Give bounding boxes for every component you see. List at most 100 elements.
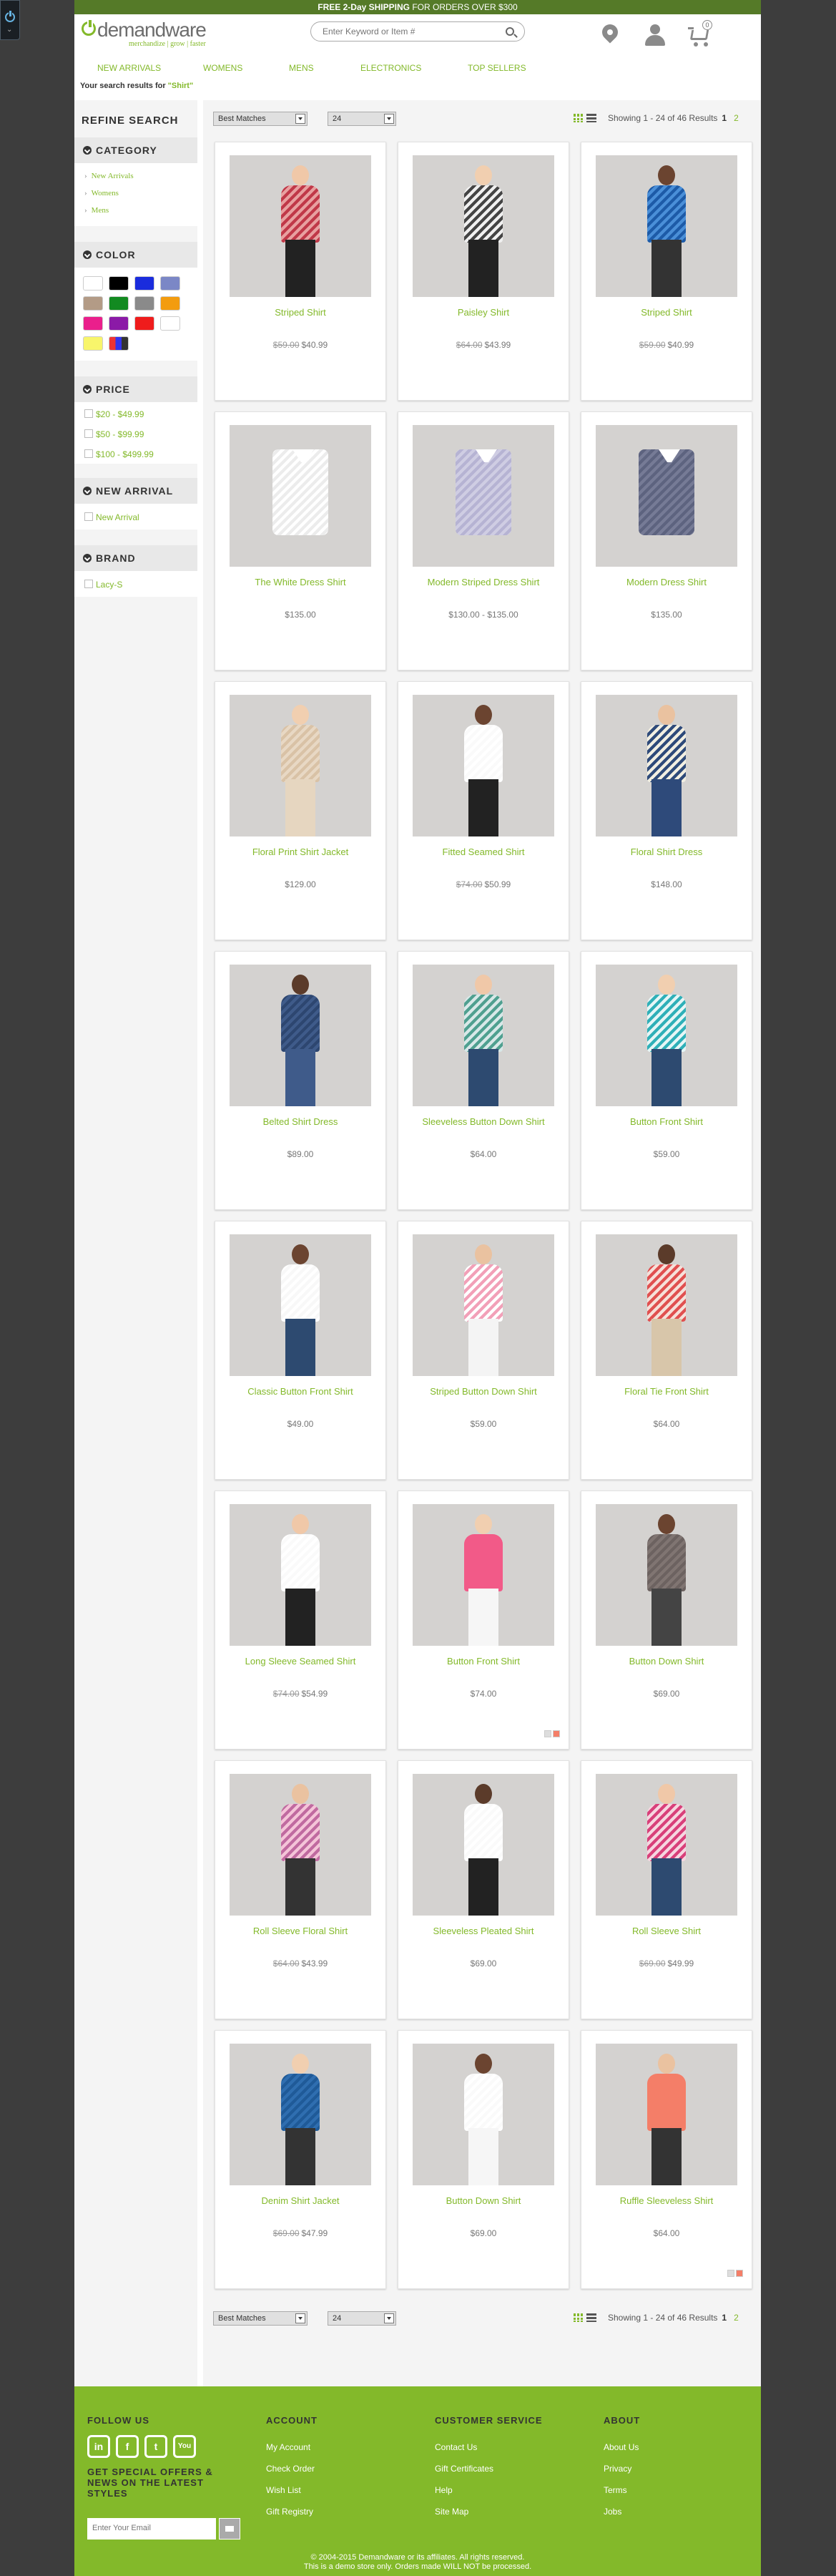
- product-name[interactable]: Sleeveless Pleated Shirt: [398, 1926, 569, 1936]
- color-header[interactable]: COLOR: [74, 242, 197, 268]
- color-swatch-beige[interactable]: [83, 296, 103, 311]
- product-color-swatches[interactable]: [727, 2270, 743, 2280]
- product-name[interactable]: Paisley Shirt: [398, 307, 569, 318]
- product-tile[interactable]: Floral Tie Front Shirt $64.00: [581, 1221, 752, 1480]
- search-icon[interactable]: [506, 27, 514, 36]
- product-name[interactable]: Fitted Seamed Shirt: [398, 847, 569, 857]
- color-swatch-yellow[interactable]: [83, 336, 103, 351]
- color-swatch-white-2[interactable]: [160, 316, 180, 331]
- account-icon[interactable]: [643, 24, 667, 49]
- youtube-icon[interactable]: You: [173, 2435, 196, 2458]
- product-tile[interactable]: The White Dress Shirt $135.00: [215, 411, 386, 670]
- product-name[interactable]: Modern Dress Shirt: [581, 577, 752, 587]
- color-swatch-blue[interactable]: [134, 276, 154, 291]
- email-submit-button[interactable]: [219, 2518, 240, 2540]
- product-image[interactable]: [596, 695, 737, 836]
- product-image[interactable]: [413, 1504, 554, 1646]
- price-filter-3[interactable]: $100 - $499.99: [84, 449, 154, 459]
- store-locator-icon[interactable]: [598, 21, 622, 49]
- product-tile[interactable]: Floral Print Shirt Jacket $129.00: [215, 681, 386, 940]
- product-tile[interactable]: Button Front Shirt $74.00: [398, 1491, 569, 1750]
- product-image[interactable]: [230, 695, 371, 836]
- product-tile[interactable]: Ruffle Sleeveless Shirt $64.00: [581, 2030, 752, 2289]
- dev-toolbar-tab[interactable]: ⌄: [0, 0, 20, 40]
- product-name[interactable]: Ruffle Sleeveless Shirt: [581, 2195, 752, 2206]
- product-tile[interactable]: Roll Sleeve Shirt $69.00 $49.99: [581, 1760, 752, 2019]
- product-image[interactable]: [413, 155, 554, 297]
- product-image[interactable]: [230, 1234, 371, 1376]
- product-image[interactable]: [413, 1774, 554, 1916]
- footer-privacy[interactable]: Privacy: [604, 2464, 631, 2474]
- product-name[interactable]: Roll Sleeve Shirt: [581, 1926, 752, 1936]
- nav-mens[interactable]: MENS: [289, 63, 314, 73]
- color-swatch-miscellaneous[interactable]: [109, 336, 129, 351]
- nav-top-sellers[interactable]: TOP SELLERS: [468, 63, 526, 73]
- cart-icon[interactable]: 0: [688, 20, 712, 49]
- brand-filter-lacy-s[interactable]: Lacy-S: [84, 580, 122, 590]
- page-2-link[interactable]: 2: [734, 113, 739, 123]
- product-image[interactable]: [596, 2044, 737, 2185]
- email-field[interactable]: [88, 2519, 210, 2537]
- product-tile[interactable]: Striped Button Down Shirt $59.00: [398, 1221, 569, 1480]
- page-2-link[interactable]: 2: [734, 2313, 739, 2323]
- product-name[interactable]: The White Dress Shirt: [215, 577, 385, 587]
- product-image[interactable]: [230, 1504, 371, 1646]
- nav-electronics[interactable]: ELECTRONICS: [360, 63, 421, 73]
- list-view-icon[interactable]: [586, 2313, 596, 2322]
- product-name[interactable]: Floral Print Shirt Jacket: [215, 847, 385, 857]
- footer-gift-certificates[interactable]: Gift Certificates: [435, 2464, 493, 2474]
- sort-by-select-bottom[interactable]: Best Matches: [213, 2311, 308, 2326]
- product-name[interactable]: Roll Sleeve Floral Shirt: [215, 1926, 385, 1936]
- grid-view-icon[interactable]: [574, 114, 584, 122]
- swatch[interactable]: [736, 2270, 743, 2277]
- footer-site-map[interactable]: Site Map: [435, 2507, 468, 2517]
- price-filter-1[interactable]: $20 - $49.99: [84, 409, 144, 419]
- color-swatch-green[interactable]: [109, 296, 129, 311]
- product-tile[interactable]: Striped Shirt $59.00 $40.99: [215, 142, 386, 401]
- product-name[interactable]: Floral Tie Front Shirt: [581, 1386, 752, 1397]
- color-swatch-orange[interactable]: [160, 296, 180, 311]
- product-tile[interactable]: Fitted Seamed Shirt $74.00 $50.99: [398, 681, 569, 940]
- sort-by-select[interactable]: Best Matches: [213, 112, 308, 126]
- color-swatch-pink[interactable]: [83, 316, 103, 331]
- product-tile[interactable]: Button Down Shirt $69.00: [581, 1491, 752, 1750]
- grid-view-icon[interactable]: [574, 2313, 584, 2322]
- category-mens[interactable]: Mens: [84, 206, 109, 215]
- footer-wish-list[interactable]: Wish List: [266, 2485, 301, 2495]
- product-image[interactable]: [596, 1234, 737, 1376]
- footer-check-order[interactable]: Check Order: [266, 2464, 315, 2474]
- product-image[interactable]: [596, 425, 737, 567]
- product-name[interactable]: Button Down Shirt: [398, 2195, 569, 2206]
- product-tile[interactable]: Classic Button Front Shirt $49.00: [215, 1221, 386, 1480]
- product-image[interactable]: [413, 425, 554, 567]
- product-image[interactable]: [596, 965, 737, 1106]
- product-tile[interactable]: Button Down Shirt $69.00: [398, 2030, 569, 2289]
- product-image[interactable]: [413, 2044, 554, 2185]
- linkedin-icon[interactable]: in: [87, 2435, 110, 2458]
- product-tile[interactable]: Button Front Shirt $59.00: [581, 951, 752, 1210]
- product-image[interactable]: [230, 1774, 371, 1916]
- list-view-icon[interactable]: [586, 114, 596, 122]
- product-image[interactable]: [596, 1504, 737, 1646]
- product-tile[interactable]: Sleeveless Button Down Shirt $64.00: [398, 951, 569, 1210]
- page-size-select[interactable]: 24: [328, 112, 396, 126]
- footer-about-us[interactable]: About Us: [604, 2442, 639, 2452]
- product-name[interactable]: Striped Shirt: [215, 307, 385, 318]
- color-swatch-navy[interactable]: [160, 276, 180, 291]
- product-image[interactable]: [230, 155, 371, 297]
- product-tile[interactable]: Sleeveless Pleated Shirt $69.00: [398, 1760, 569, 2019]
- facebook-icon[interactable]: f: [116, 2435, 139, 2458]
- footer-help[interactable]: Help: [435, 2485, 453, 2495]
- color-swatch-white[interactable]: [83, 276, 103, 291]
- swatch[interactable]: [553, 1730, 560, 1737]
- color-swatch-grey[interactable]: [134, 296, 154, 311]
- product-color-swatches[interactable]: [544, 1730, 560, 1740]
- product-tile[interactable]: Modern Striped Dress Shirt $130.00 - $135…: [398, 411, 569, 670]
- color-swatch-purple[interactable]: [109, 316, 129, 331]
- swatch[interactable]: [544, 1730, 551, 1737]
- price-header[interactable]: PRICE: [74, 376, 197, 402]
- product-name[interactable]: Striped Button Down Shirt: [398, 1386, 569, 1397]
- footer-gift-registry[interactable]: Gift Registry: [266, 2507, 313, 2517]
- footer-jobs[interactable]: Jobs: [604, 2507, 621, 2517]
- color-swatch-red[interactable]: [134, 316, 154, 331]
